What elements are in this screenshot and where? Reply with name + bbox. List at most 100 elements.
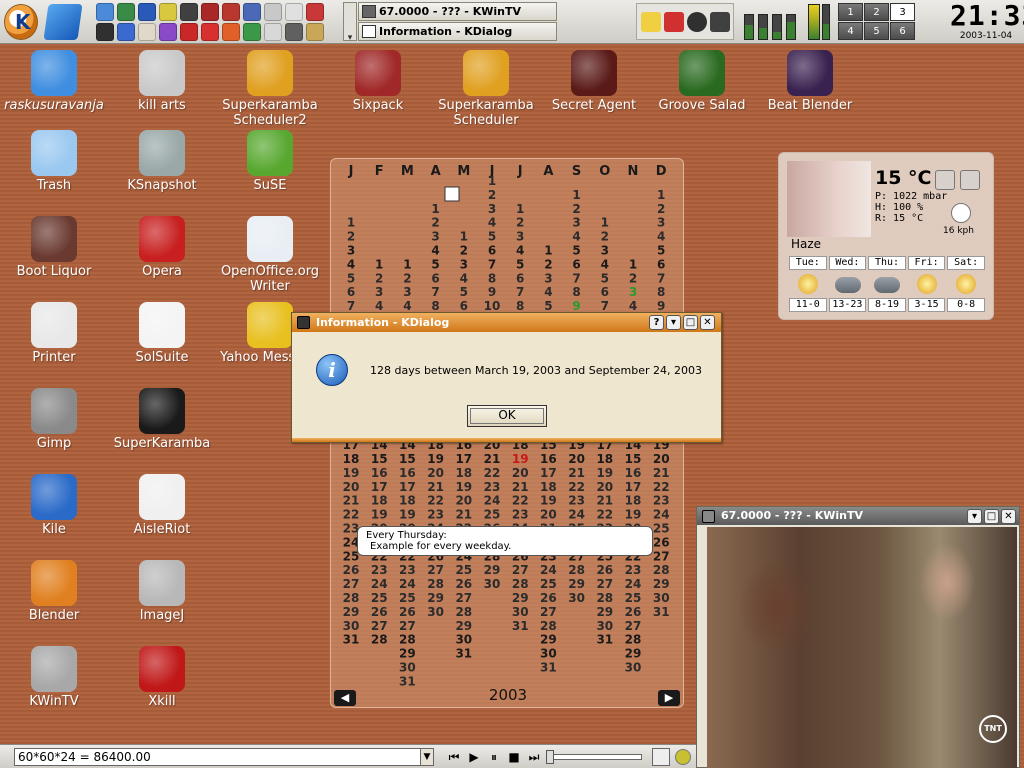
desktop-icon-18[interactable]: SuperKaramba <box>108 388 216 451</box>
terminal-icon[interactable] <box>180 3 198 21</box>
close-icon[interactable]: ✕ <box>1001 509 1016 524</box>
arrow-left-icon[interactable]: ◀ <box>334 690 356 706</box>
desktop-icon-21[interactable]: Blender <box>0 560 108 623</box>
panel-clock[interactable]: 21:33 2003-11-04 <box>950 1 1024 42</box>
screenshot-icon[interactable] <box>285 23 303 41</box>
calculator-input[interactable]: 60*60*24 = 86400.00 <box>14 748 434 766</box>
desktop-icon-14[interactable]: Printer <box>0 302 108 365</box>
calendar-day: 27 <box>596 577 613 591</box>
clipboard-icon[interactable] <box>285 3 303 21</box>
tv-titlebar[interactable]: 67.0000 - ??? - KWinTV ▾ □ ✕ <box>697 507 1019 525</box>
desktop-icon-2[interactable]: Superkaramba Scheduler2 <box>216 50 324 128</box>
apps-icon[interactable] <box>159 23 177 41</box>
calendar-day: 3 <box>516 230 524 244</box>
calendar-day: 30 <box>343 619 360 633</box>
pager-desktop-4[interactable]: 4 <box>838 22 863 40</box>
k-menu-icon[interactable] <box>4 4 38 40</box>
mail-icon[interactable] <box>138 23 156 41</box>
desktop-icon-4[interactable]: Superkaramba Scheduler <box>432 50 540 128</box>
desktop-icon-19[interactable]: Kile <box>0 474 108 537</box>
play-icon[interactable]: ▶ <box>466 749 482 765</box>
desktop-icon-22[interactable]: ImageJ <box>108 560 216 623</box>
pager-desktop-1[interactable]: 1 <box>838 3 863 21</box>
help-icon[interactable] <box>159 3 177 21</box>
desktop-icon-6[interactable]: Groove Salad <box>648 50 756 113</box>
arrow-right-icon[interactable]: ▶ <box>658 690 680 706</box>
window-menu-icon[interactable] <box>702 510 715 523</box>
help-button[interactable]: ? <box>649 315 664 330</box>
network-icon[interactable] <box>222 23 240 41</box>
desktop-icon-9[interactable]: KSnapshot <box>108 130 216 193</box>
office-icon[interactable] <box>117 23 135 41</box>
desktop-icon-5[interactable]: Secret Agent <box>540 50 648 113</box>
printer-icon[interactable] <box>138 3 156 21</box>
editor-icon[interactable] <box>96 23 114 41</box>
globe-icon[interactable] <box>117 3 135 21</box>
dialog-titlebar[interactable]: Information - KDialog ? ▾ □ ✕ <box>292 313 721 332</box>
book-icon[interactable] <box>306 3 324 21</box>
maximize-icon[interactable]: □ <box>984 509 999 524</box>
calendar-day: 26 <box>455 577 472 591</box>
desktop-icon-10[interactable]: SuSE <box>216 130 324 193</box>
desktop-icon-3[interactable]: Sixpack <box>324 50 432 113</box>
monitor-icon[interactable] <box>710 12 730 32</box>
notes-icon[interactable] <box>264 3 282 21</box>
chevron-down-icon[interactable]: ▼ <box>420 749 433 765</box>
trash-icon <box>31 130 77 176</box>
pager-desktop-5[interactable]: 5 <box>864 22 889 40</box>
palette-icon[interactable] <box>201 23 219 41</box>
airplane-icon[interactable] <box>935 170 955 190</box>
ok-button[interactable]: OK <box>467 405 547 427</box>
desktop-icon-8[interactable]: Trash <box>0 130 108 193</box>
pager-desktop-3[interactable]: 3 <box>890 3 915 21</box>
desktop-icon-15[interactable]: SolSuite <box>108 302 216 365</box>
desktop-icon-label: KWinTV <box>29 694 79 709</box>
minimize-icon[interactable]: ▾ <box>967 509 982 524</box>
tv-video[interactable]: TNT <box>707 527 1017 768</box>
window-menu-icon[interactable] <box>297 316 310 329</box>
search-icon[interactable] <box>652 748 670 766</box>
close-icon[interactable]: ✕ <box>700 315 715 330</box>
taskbar-scroll-icon[interactable]: ▾ <box>343 2 357 43</box>
settings-icon[interactable] <box>960 170 980 190</box>
previous-icon[interactable]: ⏮ <box>446 749 462 765</box>
stop-icon[interactable]: ■ <box>506 749 522 765</box>
mixer-icon[interactable] <box>664 12 684 32</box>
desktop-icon-20[interactable]: AisleRiot <box>108 474 216 537</box>
calendar-day: 7 <box>516 285 524 299</box>
calendar-day: 31 <box>455 647 472 661</box>
desktop-icon-13[interactable]: OpenOffice.org Writer <box>216 216 324 294</box>
minimize-icon[interactable]: ▾ <box>666 315 681 330</box>
desktop-icon-1[interactable]: kill arts <box>108 50 216 113</box>
photo-icon[interactable] <box>243 23 261 41</box>
pager-desktop-6[interactable]: 6 <box>890 22 915 40</box>
desktop-icon-11[interactable]: Boot Liquor <box>0 216 108 279</box>
taskbar-button-kdialog[interactable]: Information - KDialog <box>358 22 557 41</box>
maximize-icon[interactable]: □ <box>683 315 698 330</box>
image-icon[interactable] <box>222 3 240 21</box>
show-desktop-icon[interactable] <box>43 4 83 40</box>
desktop-icon-label: OpenOffice.org Writer <box>220 264 320 294</box>
download-icon[interactable] <box>687 12 707 32</box>
media-progress-slider[interactable] <box>548 754 642 760</box>
slider-handle[interactable] <box>546 750 554 764</box>
clipboard-icon[interactable] <box>641 12 661 32</box>
next-icon[interactable]: ⏭ <box>526 749 542 765</box>
desktop-icon-12[interactable]: Opera <box>108 216 216 279</box>
calendar-icon[interactable] <box>306 23 324 41</box>
home-icon[interactable] <box>96 3 114 21</box>
target-icon[interactable] <box>180 23 198 41</box>
system-tray <box>636 3 734 40</box>
desktop-icon-17[interactable]: Gimp <box>0 388 108 451</box>
pause-icon[interactable]: ⏸ <box>486 749 502 765</box>
game-icon[interactable] <box>201 3 219 21</box>
desktop-icon-23[interactable]: KWinTV <box>0 646 108 709</box>
gear-icon[interactable] <box>243 3 261 21</box>
forecast-day-name: Thu: <box>868 256 906 270</box>
taskbar-button-kwintv[interactable]: 67.0000 - ??? - KWinTV <box>358 2 557 21</box>
desktop-icon-7[interactable]: Beat Blender <box>756 50 864 113</box>
desktop-icon-0[interactable]: raskusuravanja <box>0 50 108 113</box>
pager-desktop-2[interactable]: 2 <box>864 3 889 21</box>
desktop-icon-24[interactable]: Xkill <box>108 646 216 709</box>
media-icon[interactable] <box>264 23 282 41</box>
